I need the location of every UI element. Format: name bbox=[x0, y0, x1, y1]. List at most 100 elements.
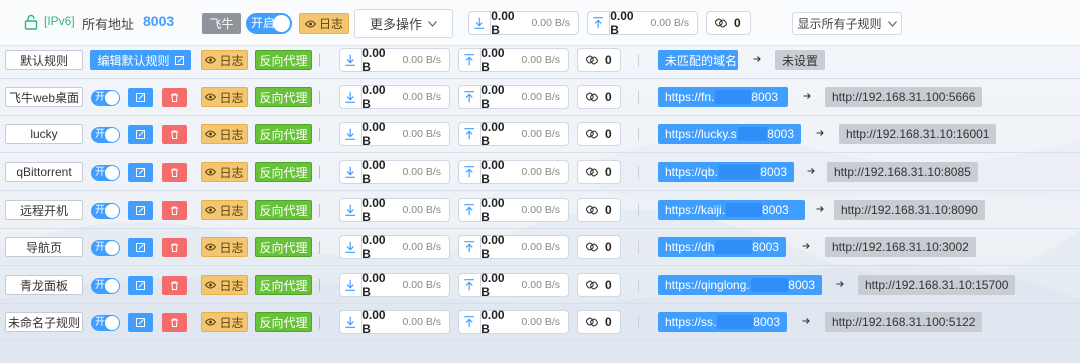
upload-arrow-icon bbox=[464, 316, 475, 328]
log-label: 日志 bbox=[219, 127, 244, 142]
rule-download-traffic: 0.00 B 0.00 B/s bbox=[339, 158, 450, 186]
download-amount: 0.00 B bbox=[362, 308, 386, 336]
rule-name[interactable]: 飞牛web桌面 bbox=[5, 87, 83, 107]
redacted-domain-segment bbox=[726, 203, 763, 217]
upload-arrow-icon bbox=[464, 279, 475, 291]
reverse-proxy-tag: 反向代理 bbox=[255, 237, 312, 257]
rule-download-traffic: 0.00 B 0.00 B/s bbox=[339, 46, 450, 74]
rule-enable-toggle[interactable]: 开 bbox=[91, 165, 120, 181]
rule-row: 青龙面板开日志 反向代理 0.00 B 0.00 B/s 0.00 B 0.00 B/s 0… bbox=[0, 268, 1080, 304]
reverse-proxy-tag: 反向代理 bbox=[255, 124, 312, 144]
log-button[interactable]: 日志 bbox=[299, 13, 349, 34]
divider bbox=[638, 316, 639, 329]
edit-rule-button[interactable] bbox=[128, 313, 153, 332]
delete-rule-button[interactable] bbox=[162, 125, 187, 144]
upload-rate: 0.00 B/s bbox=[650, 17, 689, 29]
divider bbox=[319, 128, 320, 141]
device-tag: 飞牛 bbox=[202, 13, 241, 34]
rule-row: 远程开机开日志 反向代理 0.00 B 0.00 B/s 0.00 B 0.00 B/s 0… bbox=[0, 193, 1080, 229]
edit-default-rule-button[interactable]: 编辑默认规则 bbox=[90, 50, 191, 70]
row-divider bbox=[0, 303, 1080, 304]
delete-rule-button[interactable] bbox=[162, 313, 187, 332]
edit-rule-button[interactable] bbox=[128, 125, 153, 144]
rule-enable-toggle[interactable]: 开 bbox=[91, 90, 120, 106]
frontend-domain-tag: https://kaiji. 8003 bbox=[658, 200, 805, 220]
connection-count-value: 0 bbox=[605, 165, 612, 179]
upload-arrow-icon bbox=[464, 241, 475, 253]
rule-name[interactable]: lucky bbox=[5, 124, 83, 144]
delete-rule-button[interactable] bbox=[162, 238, 187, 257]
rule-enable-toggle[interactable]: 开 bbox=[91, 278, 120, 294]
rule-log-button[interactable]: 日志 bbox=[201, 237, 248, 257]
eye-icon bbox=[205, 243, 217, 251]
domain-suffix: 8003 bbox=[751, 90, 779, 104]
rule-name-label: 导航页 bbox=[25, 240, 62, 255]
rule-enable-toggle[interactable]: 开 bbox=[91, 203, 120, 219]
reverse-proxy-label: 反向代理 bbox=[259, 53, 308, 68]
edit-rule-button[interactable] bbox=[128, 163, 153, 182]
log-label: 日志 bbox=[219, 165, 244, 180]
connection-count-value: 0 bbox=[605, 315, 612, 329]
row-divider bbox=[0, 78, 1080, 79]
download-arrow-icon bbox=[474, 17, 485, 29]
rule-name[interactable]: 远程开机 bbox=[5, 200, 83, 220]
rule-name-label: 远程开机 bbox=[19, 203, 68, 218]
rule-upload-traffic: 0.00 B 0.00 B/s bbox=[458, 233, 569, 261]
rule-enable-toggle[interactable]: 开启 bbox=[246, 13, 292, 34]
rule-log-button[interactable]: 日志 bbox=[201, 312, 248, 332]
toggle-label: 开 bbox=[95, 280, 105, 291]
rule-log-button[interactable]: 日志 bbox=[201, 124, 248, 144]
domain-prefix: https://lucky.s bbox=[665, 127, 737, 141]
domain-suffix: 8003 bbox=[752, 240, 779, 254]
edit-rule-button[interactable] bbox=[128, 88, 153, 107]
rule-enable-toggle[interactable]: 开 bbox=[91, 240, 120, 256]
rule-log-button[interactable]: 日志 bbox=[201, 87, 248, 107]
rule-name[interactable]: 青龙面板 bbox=[5, 275, 83, 295]
connection-count-value: 0 bbox=[734, 16, 741, 30]
upload-rate: 0.00 B/s bbox=[521, 91, 560, 103]
rule-name-label: qBittorrent bbox=[16, 165, 72, 179]
rule-log-button[interactable]: 日志 bbox=[201, 275, 248, 295]
arrow-right-icon bbox=[753, 56, 761, 62]
frontend-domain-tag: https://lucky.s 8003 bbox=[658, 124, 801, 144]
edit-icon bbox=[136, 281, 145, 290]
rule-log-button[interactable]: 日志 bbox=[201, 162, 248, 182]
trash-icon bbox=[171, 93, 178, 102]
delete-rule-button[interactable] bbox=[162, 201, 187, 220]
row-divider bbox=[0, 265, 1080, 266]
backend-target-label: 未设置 bbox=[782, 53, 819, 68]
edit-rule-button[interactable] bbox=[128, 238, 153, 257]
delete-rule-button[interactable] bbox=[162, 88, 187, 107]
trash-icon bbox=[171, 318, 178, 327]
reverse-proxy-tag: 反向代理 bbox=[255, 200, 312, 220]
upload-amount: 0.00 B bbox=[481, 233, 505, 261]
delete-rule-button[interactable] bbox=[162, 163, 187, 182]
rule-name-label: 青龙面板 bbox=[19, 278, 68, 293]
edit-rule-button[interactable] bbox=[128, 276, 153, 295]
rule-enable-toggle[interactable]: 开 bbox=[91, 127, 120, 143]
backend-target-tag: 未设置 bbox=[775, 50, 826, 70]
eye-icon bbox=[205, 93, 217, 101]
rule-enable-toggle[interactable]: 开 bbox=[91, 315, 120, 331]
rule-log-button[interactable]: 日志 bbox=[201, 50, 248, 70]
reverse-proxy-label: 反向代理 bbox=[259, 90, 308, 105]
chevron-down-icon bbox=[887, 20, 897, 27]
rule-name[interactable]: 导航页 bbox=[5, 237, 83, 257]
edit-rule-button[interactable] bbox=[128, 201, 153, 220]
rule-name[interactable]: 未命名子规则 bbox=[5, 312, 83, 332]
divider bbox=[319, 91, 320, 104]
rule-name[interactable]: qBittorrent bbox=[5, 162, 83, 182]
divider bbox=[638, 241, 639, 254]
log-label: 日志 bbox=[219, 53, 244, 68]
delete-rule-button[interactable] bbox=[162, 276, 187, 295]
toggle-knob bbox=[105, 279, 119, 293]
more-operations-dropdown[interactable]: 更多操作 bbox=[354, 9, 453, 38]
show-all-subrules-dropdown[interactable]: 显示所有子规则 bbox=[792, 12, 902, 35]
trash-icon bbox=[171, 130, 178, 139]
arrow-right-icon bbox=[802, 318, 810, 324]
domain-suffix: 8003 bbox=[753, 315, 780, 329]
rule-log-button[interactable]: 日志 bbox=[201, 200, 248, 220]
redacted-domain-segment bbox=[717, 315, 754, 329]
rule-name[interactable]: 默认规则 bbox=[5, 50, 83, 70]
eye-icon bbox=[304, 20, 316, 27]
